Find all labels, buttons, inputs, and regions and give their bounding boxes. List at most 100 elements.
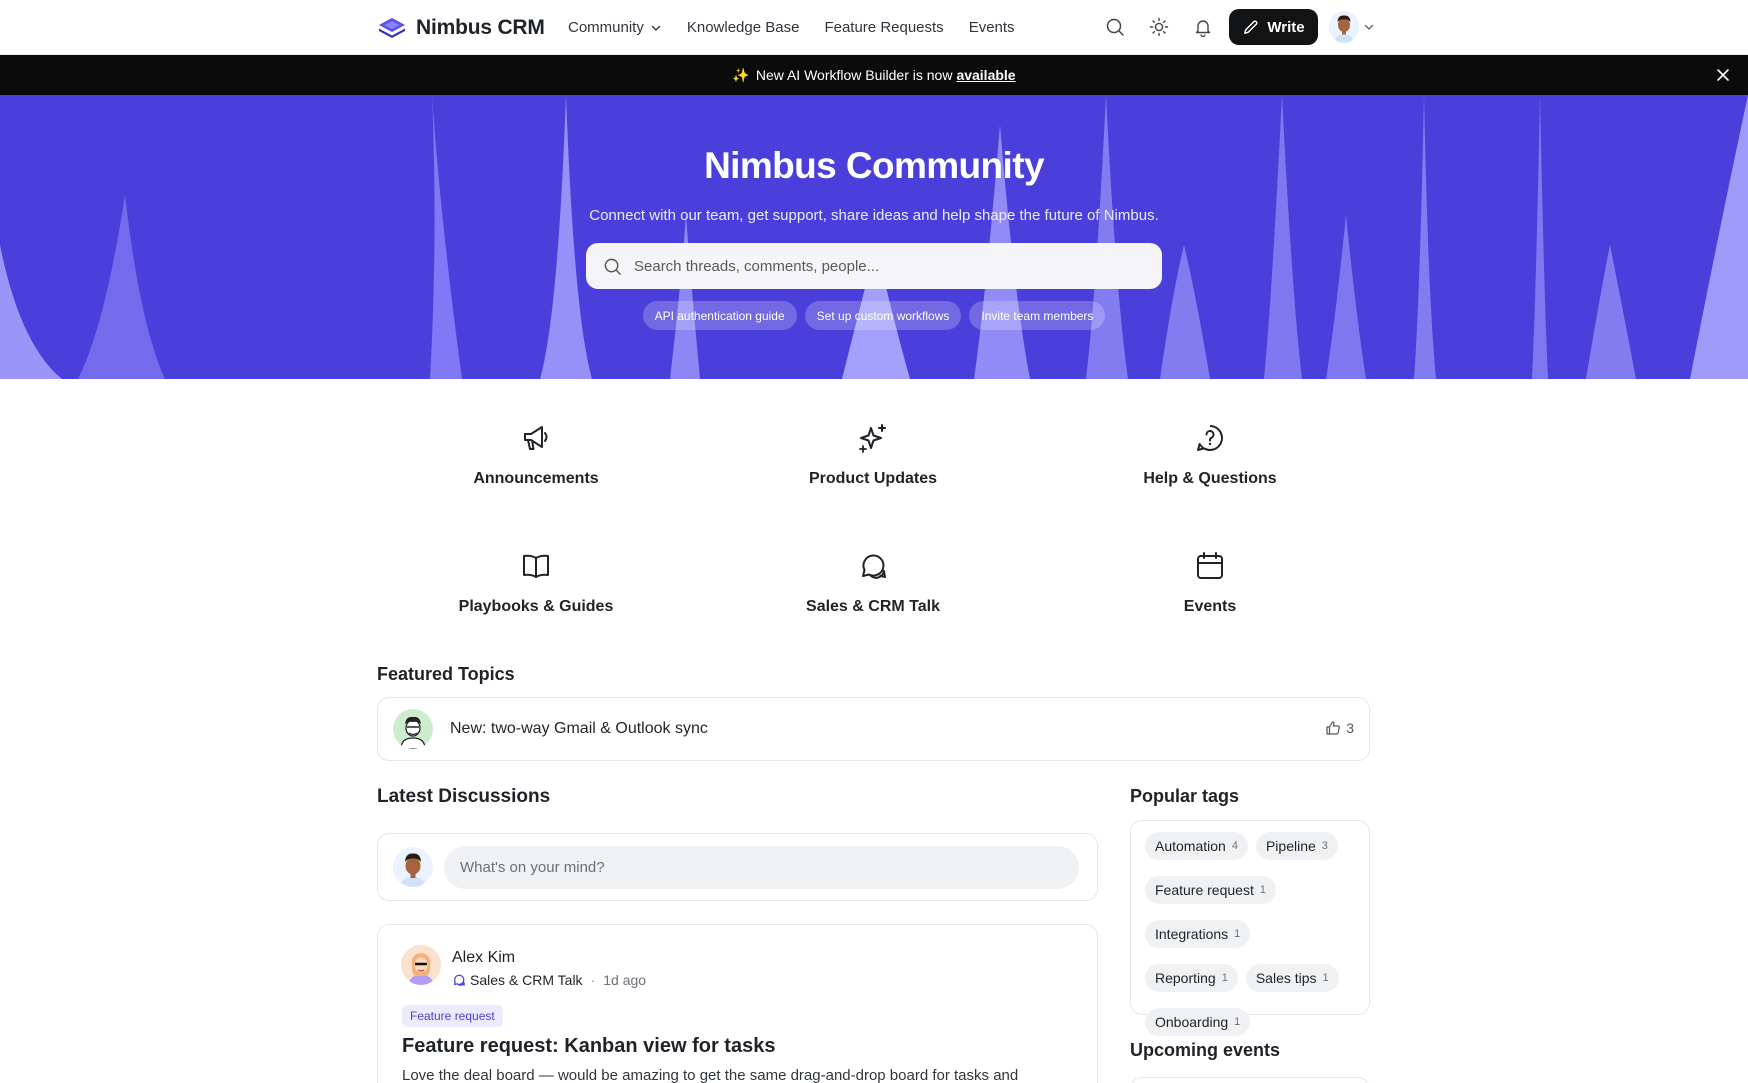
search-input[interactable] bbox=[634, 257, 1134, 275]
pencil-icon bbox=[1244, 19, 1258, 34]
thumbs-up-icon bbox=[1326, 721, 1341, 735]
search-icon bbox=[604, 258, 621, 275]
tag-chip[interactable]: Feature request 1 bbox=[1145, 876, 1276, 904]
hero-title: Nimbus Community bbox=[704, 145, 1044, 186]
announcement-link[interactable]: available bbox=[956, 67, 1015, 83]
brand-name: Nimbus CRM bbox=[416, 16, 545, 39]
suggestion-chip[interactable]: Set up custom workflows bbox=[804, 301, 962, 330]
hero-background-pattern bbox=[0, 95, 1748, 379]
theme-toggle-button[interactable] bbox=[1147, 15, 1171, 39]
suggestion-chip[interactable]: Invite team members bbox=[969, 301, 1106, 330]
category-label: Product Updates bbox=[808, 470, 937, 487]
main-nav: Community Knowledge Base Feature Request… bbox=[568, 0, 1040, 55]
write-button-label: Write bbox=[1267, 18, 1305, 36]
avatar[interactable] bbox=[401, 945, 441, 985]
tag-name: Automation bbox=[1155, 838, 1226, 854]
account-menu-chevron-icon[interactable] bbox=[1363, 21, 1375, 33]
tag-count: 3 bbox=[1321, 840, 1328, 852]
category-label: Events bbox=[1183, 598, 1237, 615]
tag-name: Feature request bbox=[1155, 882, 1254, 898]
tag-count: 4 bbox=[1231, 840, 1238, 852]
suggested-searches: API authentication guide Set up custom w… bbox=[0, 301, 1748, 330]
hero-search-box[interactable] bbox=[586, 243, 1162, 289]
popular-tags-card: Automation 4 Pipeline 3 Feature request 1 I… bbox=[1130, 820, 1370, 1036]
avatar bbox=[393, 847, 433, 887]
post-meta: Sales & CRM Talk · 1d ago bbox=[452, 972, 646, 988]
tag-chip[interactable]: Onboarding 1 bbox=[1145, 1008, 1251, 1036]
tag-chip[interactable]: Pipeline 3 bbox=[1255, 832, 1338, 860]
latest-discussions-heading: Latest Discussions bbox=[377, 786, 551, 807]
hero-subtitle: Connect with our team, get support, shar… bbox=[589, 207, 1159, 224]
notifications-button[interactable] bbox=[1191, 15, 1215, 39]
top-navbar: Nimbus CRM Community Knowledge Base Feat… bbox=[0, 0, 1748, 55]
featured-topic-title: New: two-way Gmail & Outlook sync bbox=[450, 720, 708, 737]
book-icon bbox=[523, 554, 549, 578]
tag-name: Reporting bbox=[1155, 970, 1216, 986]
avatar bbox=[393, 709, 433, 749]
tag-name: Sales tips bbox=[1255, 970, 1317, 986]
tag-count: 1 bbox=[1234, 928, 1241, 940]
category-events[interactable]: Events bbox=[1060, 550, 1360, 616]
category-sales-crm-talk[interactable]: Sales & CRM Talk bbox=[723, 550, 1023, 616]
tag-count: 1 bbox=[1259, 884, 1266, 896]
brand-logo-link[interactable]: Nimbus CRM bbox=[377, 14, 545, 42]
nav-knowledge-base[interactable]: Knowledge Base bbox=[687, 19, 800, 36]
category-playbooks-guides[interactable]: Playbooks & Guides bbox=[386, 550, 686, 616]
help-circle-icon bbox=[1197, 425, 1223, 452]
search-icon bbox=[1106, 18, 1124, 36]
chat-icon bbox=[453, 974, 465, 986]
sparkles-icon bbox=[859, 424, 886, 453]
post-author[interactable]: Alex Kim bbox=[452, 949, 515, 967]
featured-topic-card[interactable]: New: two-way Gmail & Outlook sync 3 bbox=[377, 697, 1370, 761]
like-count: 3 bbox=[1346, 720, 1354, 736]
calendar-icon bbox=[1197, 552, 1223, 579]
tag-count: 1 bbox=[1234, 1016, 1241, 1028]
write-button[interactable]: Write bbox=[1229, 9, 1318, 45]
meta-separator: · bbox=[590, 972, 596, 988]
tag-name: Integrations bbox=[1155, 926, 1229, 942]
nav-community[interactable]: Community bbox=[568, 19, 662, 36]
tag-chip[interactable]: Reporting 1 bbox=[1145, 964, 1238, 992]
tag-chip[interactable]: Sales tips 1 bbox=[1245, 964, 1339, 992]
user-avatar[interactable] bbox=[1329, 11, 1359, 43]
suggestion-chip[interactable]: API authentication guide bbox=[642, 301, 797, 330]
post-time: 1d ago bbox=[603, 972, 647, 988]
popular-tags-heading: Popular tags bbox=[1130, 786, 1240, 806]
close-icon[interactable] bbox=[1716, 68, 1730, 82]
nav-events[interactable]: Events bbox=[969, 19, 1015, 36]
nav-community-label: Community bbox=[568, 19, 644, 36]
category-label: Sales & CRM Talk bbox=[806, 598, 940, 615]
tag-chip[interactable]: Automation 4 bbox=[1145, 832, 1248, 860]
chevron-down-icon bbox=[651, 25, 661, 31]
sun-icon bbox=[1149, 17, 1169, 37]
like-button[interactable]: 3 bbox=[1325, 720, 1354, 736]
category-help-questions[interactable]: Help & Questions bbox=[1060, 422, 1360, 488]
upcoming-events-heading: Upcoming events bbox=[1130, 1040, 1281, 1060]
post-category[interactable]: Sales & CRM Talk bbox=[470, 972, 583, 988]
search-button[interactable] bbox=[1103, 15, 1127, 39]
tag-chip[interactable]: Integrations 1 bbox=[1145, 920, 1251, 948]
category-announcements[interactable]: Announcements bbox=[386, 422, 686, 488]
sparkle-icon: ✨ bbox=[732, 66, 750, 83]
hero-banner: Nimbus Community Connect with our team, … bbox=[0, 95, 1748, 379]
discussion-post[interactable]: Alex Kim Sales & CRM Talk · 1d ago Featu… bbox=[377, 924, 1098, 1083]
post-composer: What's on your mind? bbox=[377, 833, 1098, 901]
tag-name: Onboarding bbox=[1155, 1014, 1229, 1030]
category-label: Playbooks & Guides bbox=[458, 598, 614, 615]
tag-count: 1 bbox=[1221, 972, 1228, 984]
post-excerpt: Love the deal board — would be amazing t… bbox=[402, 1067, 1019, 1083]
tag-name: Pipeline bbox=[1265, 838, 1316, 854]
nimbus-logo-icon bbox=[379, 18, 405, 38]
tag-count: 1 bbox=[1322, 972, 1329, 984]
category-product-updates[interactable]: Product Updates bbox=[723, 422, 1023, 488]
chat-icon bbox=[862, 554, 886, 579]
composer-input[interactable]: What's on your mind? bbox=[444, 845, 1079, 889]
user-avatar-illustration bbox=[1329, 11, 1359, 43]
megaphone-icon bbox=[524, 426, 548, 450]
post-title[interactable]: Feature request: Kanban view for tasks bbox=[402, 1035, 775, 1058]
post-tag-badge[interactable]: Feature request bbox=[402, 1005, 503, 1027]
category-label: Help & Questions bbox=[1143, 470, 1277, 487]
bell-icon bbox=[1195, 20, 1211, 37]
nav-feature-requests[interactable]: Feature Requests bbox=[824, 19, 943, 36]
announcement-bar: ✨ New AI Workflow Builder is now availab… bbox=[0, 55, 1748, 95]
